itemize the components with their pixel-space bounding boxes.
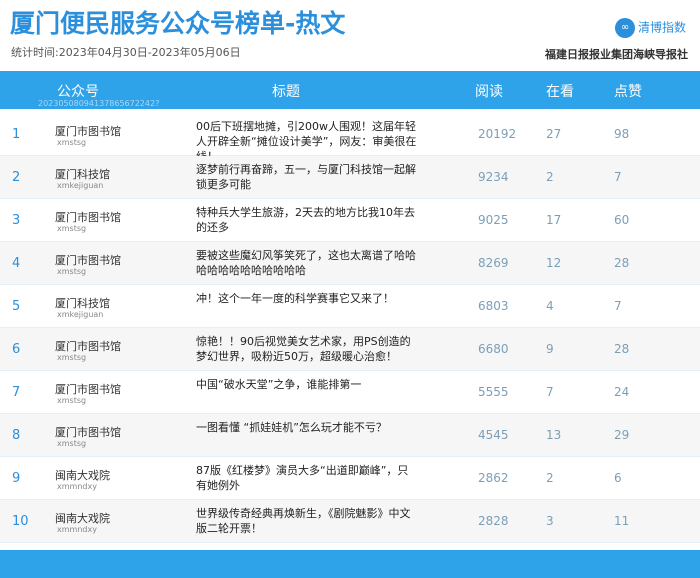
likes: 7 <box>614 170 622 184</box>
reads: 2828 <box>478 514 509 528</box>
account-id: xmstsg <box>57 267 87 276</box>
rank: 10 <box>12 514 29 529</box>
watching: 7 <box>546 385 554 399</box>
watching: 12 <box>546 256 562 270</box>
article-title[interactable]: 要被这些魔幻风筝笑死了，这也太离谱了哈哈哈哈哈哈哈哈哈哈哈哈 <box>196 248 418 278</box>
table-row[interactable]: 9 闽南大戏院 xmmndxy 87版《红楼梦》演员大多“出道即巅峰”，只有她例外 28… <box>0 457 700 500</box>
article-title[interactable]: 世界级传奇经典再焕新生，《剧院魅影》中文版二轮开票！ <box>196 506 418 536</box>
account-name: 厦门科技馆 <box>55 168 110 181</box>
watching: 13 <box>546 428 562 442</box>
watching: 2 <box>546 170 554 184</box>
rank: 4 <box>12 256 21 271</box>
reads: 6803 <box>478 299 509 313</box>
table-row[interactable]: 1 厦门市图书馆 xmstsg 00后下班摆地摊，引200w人围观！这届年轻人开辟全新… <box>0 113 700 163</box>
watching: 2 <box>546 471 554 485</box>
table-header: 公众号 标题 阅读 在看 点赞 20230508094137865672242? <box>0 71 700 109</box>
table-row[interactable]: 4 厦门市图书馆 xmstsg 要被这些魔幻风筝笑死了，这也太离谱了哈哈哈哈哈哈哈哈哈… <box>0 242 700 285</box>
table-row[interactable]: 10 闽南大戏院 xmmndxy 世界级传奇经典再焕新生，《剧院魅影》中文版二轮开票！… <box>0 500 700 543</box>
likes: 28 <box>614 342 630 356</box>
account-id: xmkejiguan <box>57 181 104 190</box>
table-row[interactable]: 5 厦门科技馆 xmkejiguan 冲！这个一年一度的科学赛事它又来了！ 6803 4 7 <box>0 285 700 328</box>
account-name: 闽南大戏院 <box>55 512 110 525</box>
account-id: xmmndxy <box>57 482 97 491</box>
table-row[interactable]: 3 厦门市图书馆 xmstsg 特种兵大学生旅游，2天去的地方比我10年去的还多 902… <box>0 199 700 242</box>
reads: 6680 <box>478 342 509 356</box>
likes: 7 <box>614 299 622 313</box>
header-serial: 20230508094137865672242? <box>38 99 160 108</box>
article-title[interactable]: 逐梦前行再奋蹄，五一，与厦门科技馆一起解锁更多可能 <box>196 162 418 192</box>
account-id: xmstsg <box>57 224 87 233</box>
reads: 8269 <box>478 256 509 270</box>
watching: 27 <box>546 127 562 141</box>
bottom-bar <box>0 550 700 578</box>
account-id: xmstsg <box>57 353 87 362</box>
account-id: xmstsg <box>57 439 87 448</box>
watching: 17 <box>546 213 562 227</box>
qingbo-icon: ∞ <box>615 18 635 38</box>
table-row[interactable]: 2 厦门科技馆 xmkejiguan 逐梦前行再奋蹄，五一，与厦门科技馆一起解锁更多可… <box>0 156 700 199</box>
publisher-name: 福建日报报业集团海峡导报社 <box>545 48 688 61</box>
article-title[interactable]: 冲！这个一年一度的科学赛事它又来了！ <box>196 291 418 306</box>
ranking-table: 1 厦门市图书馆 xmstsg 00后下班摆地摊，引200w人围观！这届年轻人开辟全新… <box>0 113 700 543</box>
likes: 6 <box>614 471 622 485</box>
account-name: 厦门科技馆 <box>55 297 110 310</box>
account-name: 闽南大戏院 <box>55 469 110 482</box>
likes: 60 <box>614 213 630 227</box>
rank: 7 <box>12 385 21 400</box>
account-id: xmkejiguan <box>57 310 104 319</box>
account-name: 厦门市图书馆 <box>55 254 121 267</box>
article-title[interactable]: 87版《红楼梦》演员大多“出道即巅峰”，只有她例外 <box>196 463 418 493</box>
likes: 24 <box>614 385 630 399</box>
column-header-watching: 在看 <box>546 84 574 100</box>
table-row[interactable]: 6 厦门市图书馆 xmstsg 惊艳！！90后视觉美女艺术家，用PS创造的梦幻世界，吸… <box>0 328 700 371</box>
likes: 29 <box>614 428 630 442</box>
reads: 2862 <box>478 471 509 485</box>
reads: 9234 <box>478 170 509 184</box>
table-row[interactable]: 8 厦门市图书馆 xmstsg 一图看懂 “抓娃娃机”怎么玩才能不亏？ 4545 13 29 <box>0 414 700 457</box>
article-title[interactable]: 一图看懂 “抓娃娃机”怎么玩才能不亏？ <box>196 420 418 435</box>
rank: 9 <box>12 471 21 486</box>
column-header-title: 标题 <box>272 84 300 100</box>
reads: 20192 <box>478 127 517 141</box>
table-row[interactable]: 7 厦门市图书馆 xmstsg 中国“破水天堂”之争，谁能排第一 5555 7 24 <box>0 371 700 414</box>
rank: 3 <box>12 213 21 228</box>
account-name: 厦门市图书馆 <box>55 340 121 353</box>
reads: 4545 <box>478 428 509 442</box>
account-id: xmmndxy <box>57 525 97 534</box>
page-title: 厦门便民服务公众号榜单-热文 <box>10 9 346 38</box>
stat-period: 统计时间:2023年04月30日-2023年05月06日 <box>11 46 241 59</box>
account-name: 厦门市图书馆 <box>55 426 121 439</box>
article-title[interactable]: 惊艳！！90后视觉美女艺术家，用PS创造的梦幻世界，吸粉近50万，超级暖心治愈！ <box>196 334 418 364</box>
watching: 3 <box>546 514 554 528</box>
column-header-account: 公众号 <box>57 84 99 100</box>
rank: 6 <box>12 342 21 357</box>
rank: 8 <box>12 428 21 443</box>
account-name: 厦门市图书馆 <box>55 383 121 396</box>
header: 厦门便民服务公众号榜单-热文 统计时间:2023年04月30日-2023年05月… <box>0 0 700 70</box>
likes: 28 <box>614 256 630 270</box>
likes: 11 <box>614 514 630 528</box>
reads: 9025 <box>478 213 509 227</box>
column-header-reads: 阅读 <box>475 84 503 100</box>
rank: 5 <box>12 299 21 314</box>
account-name: 厦门市图书馆 <box>55 125 121 138</box>
watching: 4 <box>546 299 554 313</box>
reads: 5555 <box>478 385 509 399</box>
column-header-likes: 点赞 <box>614 84 642 100</box>
article-title[interactable]: 中国“破水天堂”之争，谁能排第一 <box>196 377 418 392</box>
brand-logo: ∞ 清博指数 <box>615 18 686 38</box>
likes: 98 <box>614 127 630 141</box>
watching: 9 <box>546 342 554 356</box>
brand-name: 清博指数 <box>638 20 687 35</box>
account-id: xmstsg <box>57 138 87 147</box>
rank: 2 <box>12 170 21 185</box>
account-id: xmstsg <box>57 396 87 405</box>
account-name: 厦门市图书馆 <box>55 211 121 224</box>
rank: 1 <box>12 127 21 142</box>
article-title[interactable]: 特种兵大学生旅游，2天去的地方比我10年去的还多 <box>196 205 418 235</box>
